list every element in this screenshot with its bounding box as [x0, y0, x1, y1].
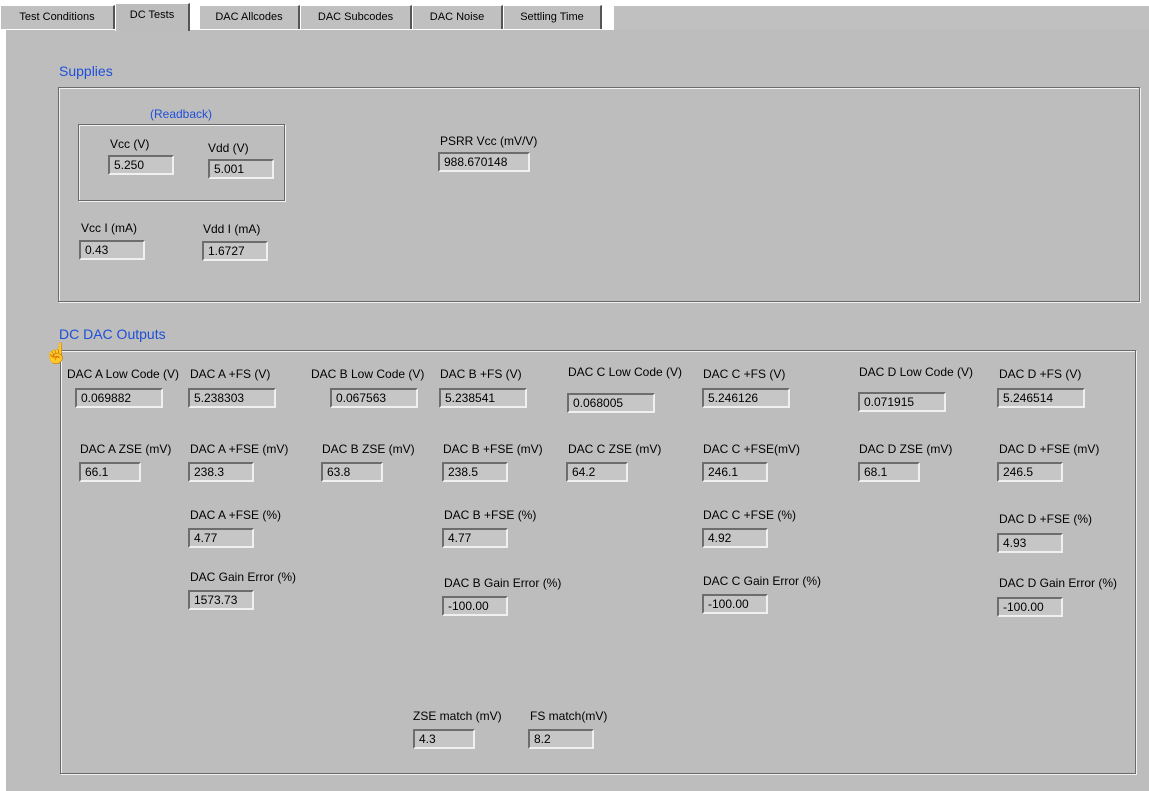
fs-match-value: 8.2	[528, 729, 594, 749]
dac-c-fs-label: DAC C +FS (V)	[703, 367, 786, 381]
tab-dac-noise[interactable]: DAC Noise	[412, 5, 503, 29]
dac-d-fse-pct-value: 4.93	[997, 533, 1063, 553]
vdd-label: Vdd (V)	[208, 141, 249, 155]
hand-cursor-icon: ☝	[44, 343, 69, 365]
dac-a-fse-mv-label: DAC A +FSE (mV)	[190, 442, 289, 456]
dac-b-fse-pct-value: 4.77	[442, 528, 508, 548]
dac-d-fs-value: 5.246514	[997, 388, 1085, 408]
dac-a-fse-mv-value: 238.3	[188, 462, 254, 482]
dac-d-fs-label: DAC D +FS (V)	[999, 367, 1082, 381]
tab-bar-filler	[614, 5, 1149, 30]
dac-b-low-code-value: 0.067563	[330, 388, 418, 408]
vdd-current-label: Vdd I (mA)	[203, 222, 261, 236]
zse-match-label: ZSE match (mV)	[413, 709, 502, 723]
dac-b-fse-mv-label: DAC B +FSE (mV)	[443, 442, 543, 456]
dac-d-fse-mv-value: 246.5	[997, 462, 1063, 482]
dac-b-gain-error-value: -100.00	[442, 596, 508, 616]
dac-a-zse-value: 66.1	[79, 462, 141, 482]
psrr-label: PSRR Vcc (mV/V)	[440, 134, 538, 148]
dac-c-fse-mv-value: 246.1	[702, 462, 768, 482]
dac-d-gain-error-value: -100.00	[997, 597, 1063, 617]
dac-d-fse-pct-label: DAC D +FSE (%)	[999, 512, 1093, 526]
zse-match-value: 4.3	[413, 729, 475, 749]
dac-a-fs-label: DAC A +FS (V)	[190, 367, 271, 381]
dac-c-fse-mv-label: DAC C +FSE(mV)	[703, 442, 801, 456]
tab-dc-tests[interactable]: DC Tests	[115, 3, 190, 31]
dac-b-fs-label: DAC B +FS (V)	[440, 367, 522, 381]
dac-b-fse-pct-label: DAC B +FSE (%)	[444, 508, 537, 522]
dac-b-zse-value: 63.8	[321, 462, 383, 482]
dac-d-gain-error-label: DAC D Gain Error (%)	[999, 576, 1118, 590]
vcc-current-label: Vcc I (mA)	[81, 221, 137, 235]
dac-a-low-code-value: 0.069882	[75, 388, 163, 408]
dac-c-gain-error-label: DAC C Gain Error (%)	[703, 574, 822, 588]
dac-b-zse-label: DAC B ZSE (mV)	[322, 442, 415, 456]
fs-match-label: FS match(mV)	[530, 709, 608, 723]
dac-a-gain-error-value: 1573.73	[188, 590, 254, 610]
readback-label: (Readback)	[150, 107, 213, 121]
dac-a-fs-value: 5.238303	[188, 388, 276, 408]
dac-c-gain-error-value: -100.00	[702, 594, 768, 614]
tab-settling-time[interactable]: Settling Time	[503, 5, 602, 29]
dac-d-low-code-value: 0.071915	[858, 392, 946, 412]
dac-b-fse-mv-value: 238.5	[442, 462, 508, 482]
vdd-current-value: 1.6727	[202, 241, 268, 261]
dac-d-zse-value: 68.1	[858, 462, 920, 482]
dac-b-gain-error-label: DAC B Gain Error (%)	[444, 576, 562, 590]
dac-c-fse-pct-value: 4.92	[702, 528, 768, 548]
dac-c-fs-value: 5.246126	[702, 388, 790, 408]
vcc-label: Vcc (V)	[110, 137, 150, 151]
dac-a-fse-pct-value: 4.77	[188, 528, 254, 548]
tab-test-conditions[interactable]: Test Conditions	[0, 5, 115, 29]
tab-dac-subcodes[interactable]: DAC Subcodes	[300, 5, 412, 29]
dac-c-fse-pct-label: DAC C +FSE (%)	[703, 508, 797, 522]
tab-dac-allcodes[interactable]: DAC Allcodes	[199, 5, 300, 29]
dac-c-low-code-value: 0.068005	[567, 393, 655, 413]
vcc-value: 5.250	[108, 155, 174, 175]
dac-d-fse-mv-label: DAC D +FSE (mV)	[999, 442, 1100, 456]
dac-c-zse-value: 64.2	[566, 462, 628, 482]
dac-c-low-code-label: DAC C Low Code (V)	[568, 365, 683, 379]
dac-a-zse-label: DAC A ZSE (mV)	[80, 442, 172, 456]
supplies-title: Supplies	[59, 63, 113, 79]
tab-bar: Test Conditions DC Tests DAC Allcodes DA…	[0, 0, 1149, 31]
psrr-value: 988.670148	[438, 152, 530, 172]
dc-dac-outputs-title: DC DAC Outputs	[59, 326, 166, 342]
dac-d-low-code-label: DAC D Low Code (V)	[859, 365, 974, 379]
vcc-current-value: 0.43	[79, 240, 145, 260]
dac-a-gain-error-label: DAC Gain Error (%)	[190, 570, 297, 584]
dac-d-zse-label: DAC D ZSE (mV)	[859, 442, 953, 456]
dac-c-zse-label: DAC C ZSE (mV)	[568, 442, 662, 456]
vdd-value: 5.001	[208, 159, 274, 179]
dac-b-low-code-label: DAC B Low Code (V)	[311, 367, 425, 381]
dac-b-fs-value: 5.238541	[439, 388, 527, 408]
dac-a-low-code-label: DAC A Low Code (V)	[67, 367, 180, 381]
dac-a-fse-pct-label: DAC A +FSE (%)	[190, 508, 282, 522]
